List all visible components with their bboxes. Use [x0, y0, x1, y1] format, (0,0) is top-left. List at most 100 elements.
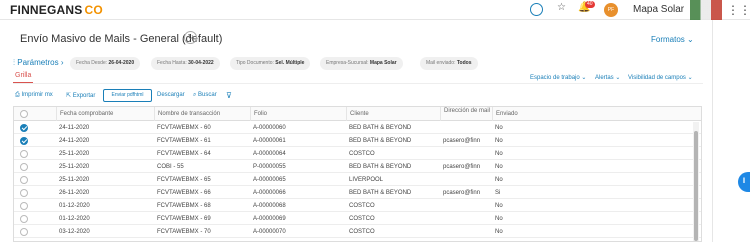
- visibilidad-campos-dropdown[interactable]: Visibilidad de campos ⌄: [628, 74, 693, 81]
- col-direccion-mail[interactable]: Dirección de mail: [440, 107, 492, 121]
- exportar-button[interactable]: ⇱ Exportar: [66, 92, 95, 99]
- star-icon[interactable]: ☆: [557, 2, 566, 13]
- descargar-button[interactable]: Descargar: [157, 92, 185, 98]
- cell-folio: A-00000070: [253, 229, 286, 235]
- table-row[interactable]: 24-11-2020 FCVTAWEBMX - 60 A-00000060 BED B…: [14, 122, 701, 134]
- espacio-trabajo-dropdown[interactable]: Espacio de trabajo ⌄: [530, 74, 586, 81]
- row-checkbox[interactable]: [20, 124, 28, 132]
- cell-nombre: COBI - 55: [157, 164, 184, 170]
- table-row[interactable]: 01-12-2020 FCVTAWEBMX - 68 A-00000068 COSTC…: [14, 200, 701, 212]
- cell-mail: [440, 148, 492, 160]
- company-name[interactable]: Mapa Solar: [633, 4, 684, 15]
- cell-folio: A-00000069: [253, 216, 286, 222]
- cell-mail: [440, 174, 492, 186]
- row-checkbox[interactable]: [20, 228, 28, 236]
- row-checkbox[interactable]: [20, 176, 28, 184]
- param-chip-tipo-documento[interactable]: Tipo Documento: Sel. Múltiple: [230, 57, 311, 70]
- cell-fecha: 03-12-2020: [59, 229, 90, 235]
- row-checkbox[interactable]: [20, 150, 28, 158]
- table-row[interactable]: 24-11-2020 FCVTAWEBMX - 61 A-00000061 BED B…: [14, 135, 701, 147]
- cell-mail: [440, 122, 492, 134]
- cell-fecha: 24-11-2020: [59, 138, 90, 144]
- cell-cliente: COSTCO: [349, 216, 375, 222]
- app-logo[interactable]: FINNEGANS CO: [10, 3, 103, 17]
- cell-cliente: COSTCO: [349, 229, 375, 235]
- tab-grilla[interactable]: Grilla: [15, 72, 31, 79]
- cell-enviado: No: [495, 138, 503, 144]
- cell-folio: P-00000055: [253, 164, 286, 170]
- filter-icon[interactable]: ⊽: [226, 91, 232, 100]
- cell-cliente: LIVERPOOL: [349, 177, 384, 183]
- param-chip-fecha-hasta[interactable]: Fecha Hasta: 30-04-2022: [151, 57, 220, 70]
- imprimir-label: Imprimir mx: [21, 92, 53, 98]
- cell-folio: A-00000065: [253, 177, 286, 183]
- formatos-label: Formatos: [651, 35, 685, 44]
- cell-enviado: No: [495, 216, 503, 222]
- col-cliente[interactable]: Cliente: [346, 107, 440, 121]
- row-checkbox[interactable]: [20, 137, 28, 145]
- apps-grid-icon[interactable]: ⋮⋮⋮: [727, 3, 750, 17]
- table-row[interactable]: 26-11-2020 FCVTAWEBMX - 66 A-00000066 BED B…: [14, 187, 701, 199]
- cell-cliente: BED BATH & BEYOND: [349, 164, 412, 170]
- col-fecha-comprobante[interactable]: Fecha comprobante: [56, 107, 154, 121]
- side-panel-toggle-icon[interactable]: ‖: [738, 172, 750, 192]
- export-icon: ⇱: [66, 93, 72, 99]
- cell-fecha: 25-11-2020: [59, 151, 90, 157]
- refresh-icon[interactable]: ↻: [184, 31, 197, 44]
- chip-value: Mapa Solar: [369, 60, 397, 66]
- buscar-label: Buscar: [198, 92, 217, 98]
- cell-nombre: FCVTAWEBMX - 60: [157, 125, 211, 131]
- chevron-down-icon: ⌄: [615, 75, 621, 81]
- select-all-checkbox[interactable]: [20, 110, 28, 118]
- cell-enviado: No: [495, 203, 503, 209]
- table-row[interactable]: 25-11-2020 FCVTAWEBMX - 65 A-00000065 LIVER…: [14, 174, 701, 186]
- cell-nombre: FCVTAWEBMX - 70: [157, 229, 211, 235]
- scrollbar-thumb[interactable]: [694, 131, 698, 241]
- cell-folio: A-00000064: [253, 151, 286, 157]
- param-chip-mail-enviado[interactable]: Mail enviado: Todos: [420, 57, 478, 70]
- chip-label: Fecha Hasta:: [157, 60, 187, 66]
- cell-nombre: FCVTAWEBMX - 66: [157, 190, 211, 196]
- col-nombre-transaccion[interactable]: Nombre de transacción: [154, 107, 250, 121]
- cell-enviado: No: [495, 125, 503, 131]
- param-chip-empresa[interactable]: Empresa-Sucursal: Mapa Solar: [320, 57, 403, 70]
- chip-value: 30-04-2022: [188, 60, 214, 66]
- row-checkbox[interactable]: [20, 202, 28, 210]
- cell-mail: [440, 200, 492, 212]
- row-checkbox[interactable]: [20, 215, 28, 223]
- cell-mail: [440, 226, 492, 238]
- cell-cliente: BED BATH & BEYOND: [349, 125, 412, 131]
- table-row[interactable]: 25-11-2020 FCVTAWEBMX - 64 A-00000064 COSTC…: [14, 148, 701, 160]
- cell-enviado: No: [495, 177, 503, 183]
- table-row[interactable]: 03-12-2020 FCVTAWEBMX - 70 A-00000070 COSTC…: [14, 226, 701, 238]
- printer-icon: ⎙: [15, 92, 20, 98]
- cell-fecha: 25-11-2020: [59, 164, 90, 170]
- avatar[interactable]: PF: [604, 3, 618, 17]
- table-row[interactable]: 01-12-2020 FCVTAWEBMX - 69 A-00000069 COSTC…: [14, 213, 701, 225]
- param-chip-fecha-desde[interactable]: Fecha Desde: 26-04-2020: [70, 57, 141, 70]
- cell-nombre: FCVTAWEBMX - 68: [157, 203, 211, 209]
- col-enviado[interactable]: Enviado: [492, 107, 692, 121]
- cell-nombre: FCVTAWEBMX - 64: [157, 151, 211, 157]
- parameters-toggle[interactable]: ⫶ Parámetros ›: [13, 58, 64, 68]
- buscar-button[interactable]: ⌕ Buscar: [193, 92, 217, 99]
- alertas-dropdown[interactable]: Alertas ⌄: [595, 74, 620, 81]
- help-icon[interactable]: [530, 3, 543, 16]
- cell-mail: pcasero@finn: [443, 164, 481, 170]
- row-checkbox[interactable]: [20, 189, 28, 197]
- table-row[interactable]: 25-11-2020 COBI - 55 P-00000055 BED BATH & …: [14, 161, 701, 173]
- exportar-label: Exportar: [72, 93, 96, 99]
- espacio-label: Espacio de trabajo: [530, 75, 580, 81]
- cell-mail: pcasero@finn: [443, 138, 481, 144]
- cell-cliente: COSTCO: [349, 151, 375, 157]
- formatos-dropdown[interactable]: Formatos ⌄: [651, 35, 694, 44]
- chevron-down-icon: ⌄: [581, 75, 587, 81]
- col-folio[interactable]: Folio: [250, 107, 346, 121]
- enviar-pdf-button[interactable]: Enviar pdfhtml: [103, 89, 152, 102]
- chip-label: Empresa-Sucursal:: [326, 60, 369, 66]
- row-checkbox[interactable]: [20, 163, 28, 171]
- imprimir-button[interactable]: ⎙ Imprimir mx: [15, 92, 53, 99]
- cell-mail: [440, 213, 492, 225]
- chip-label: Tipo Documento:: [236, 60, 274, 66]
- cell-nombre: FCVTAWEBMX - 69: [157, 216, 211, 222]
